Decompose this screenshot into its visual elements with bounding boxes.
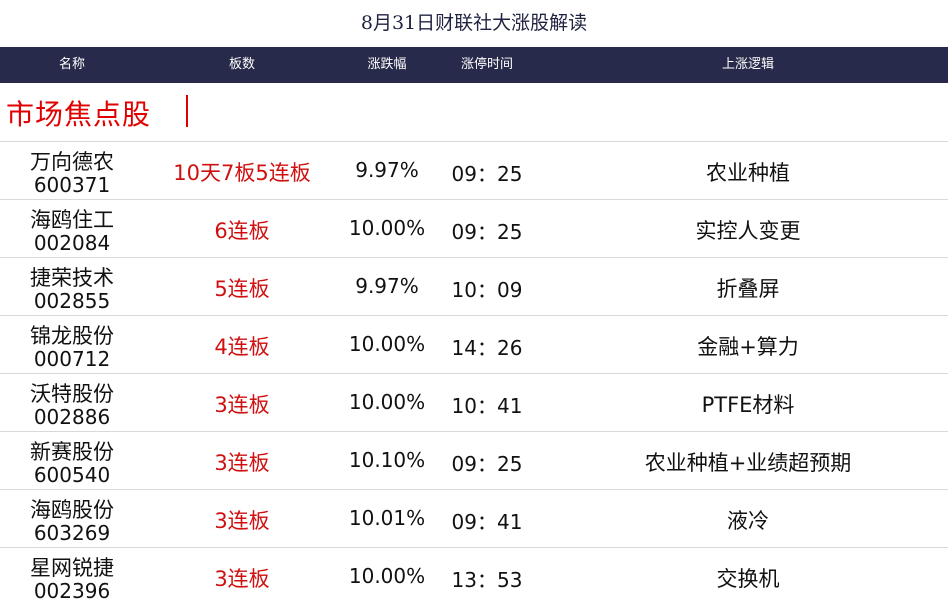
table-row: 万向德农 600371 10天7板5连板 9.97% 09：25 农业种植 — [0, 142, 948, 200]
price-change: 10.00% — [348, 216, 426, 240]
consecutive-boards: 6连板 — [214, 219, 270, 243]
consecutive-boards: 10天7板5连板 — [173, 161, 311, 185]
page-title: 8月31日财联社大涨股解读 — [360, 12, 588, 34]
table-row: 星网锐捷 002396 3连板 10.00% 13：53 交换机 — [0, 548, 948, 605]
section-header: 市场焦点股 — [0, 83, 948, 142]
stock-code: 002886 — [33, 405, 111, 429]
limit-up-time: 10：09 — [451, 278, 523, 302]
limit-up-time: 09：25 — [451, 452, 523, 476]
price-change: 10.00% — [348, 390, 426, 414]
stock-name: 锦龙股份 — [30, 324, 114, 348]
limit-up-time: 13：53 — [451, 568, 523, 592]
table-row: 海鸥股份 603269 3连板 10.01% 09：41 液冷 — [0, 490, 948, 548]
table-header: 名称 板数 涨跌幅 涨停时间 上涨逻辑 — [0, 47, 948, 83]
price-change: 10.00% — [348, 564, 426, 588]
consecutive-boards: 3连板 — [214, 393, 270, 417]
price-change: 9.97% — [355, 158, 419, 182]
stock-code: 002855 — [33, 289, 111, 313]
stock-code: 600371 — [33, 173, 111, 197]
limit-up-time: 09：25 — [451, 162, 523, 186]
rise-logic: 农业种植 — [706, 161, 790, 185]
section-divider-bar — [186, 95, 188, 127]
table-row: 捷荣技术 002855 5连板 9.97% 10：09 折叠屏 — [0, 258, 948, 316]
price-change: 10.00% — [348, 332, 426, 356]
table-row: 海鸥住工 002084 6连板 10.00% 09：25 实控人变更 — [0, 200, 948, 258]
rise-logic: 实控人变更 — [695, 219, 801, 243]
price-change: 9.97% — [355, 274, 419, 298]
price-change: 10.01% — [348, 506, 426, 530]
stock-name: 万向德农 — [30, 150, 114, 174]
column-header-limit-time: 涨停时间 — [460, 57, 514, 72]
table-row: 新赛股份 600540 3连板 10.10% 09：25 农业种植+业绩超预期 — [0, 432, 948, 490]
rise-logic: 金融+算力 — [697, 335, 799, 359]
stock-name: 捷荣技术 — [30, 266, 114, 290]
stock-code: 603269 — [33, 521, 111, 545]
rise-logic: 交换机 — [716, 567, 780, 591]
price-change: 10.10% — [348, 448, 426, 472]
consecutive-boards: 5连板 — [214, 277, 270, 301]
limit-up-time: 10：41 — [451, 394, 523, 418]
column-header-boards: 板数 — [228, 57, 256, 72]
stock-name: 海鸥住工 — [30, 208, 114, 232]
stock-name: 星网锐捷 — [30, 556, 114, 580]
rise-logic: 液冷 — [727, 509, 769, 533]
column-header-logic: 上涨逻辑 — [721, 57, 775, 72]
stock-name: 海鸥股份 — [30, 498, 114, 522]
table-row: 锦龙股份 000712 4连板 10.00% 14：26 金融+算力 — [0, 316, 948, 374]
stock-code: 600540 — [33, 463, 111, 487]
limit-up-time: 09：25 — [451, 220, 523, 244]
rise-logic: PTFE材料 — [701, 393, 795, 417]
limit-up-time: 14：26 — [451, 336, 523, 360]
stock-name: 新赛股份 — [30, 440, 114, 464]
rise-logic: 折叠屏 — [716, 277, 780, 301]
rise-logic: 农业种植+业绩超预期 — [644, 451, 852, 475]
column-header-change: 涨跌幅 — [367, 57, 407, 72]
stock-table-body: 万向德农 600371 10天7板5连板 9.97% 09：25 农业种植海鸥住工 0020… — [0, 142, 948, 605]
stock-name: 沃特股份 — [30, 382, 114, 406]
table-row: 沃特股份 002886 3连板 10.00% 10：41 PTFE材料 — [0, 374, 948, 432]
consecutive-boards: 3连板 — [214, 567, 270, 591]
column-header-name: 名称 — [58, 57, 86, 72]
section-label: 市场焦点股 — [6, 98, 152, 131]
limit-up-time: 09：41 — [451, 510, 523, 534]
consecutive-boards: 4连板 — [214, 335, 270, 359]
stock-code: 002084 — [33, 231, 111, 255]
consecutive-boards: 3连板 — [214, 509, 270, 533]
stock-code: 002396 — [33, 579, 111, 603]
consecutive-boards: 3连板 — [214, 451, 270, 475]
stock-code: 000712 — [33, 347, 111, 371]
